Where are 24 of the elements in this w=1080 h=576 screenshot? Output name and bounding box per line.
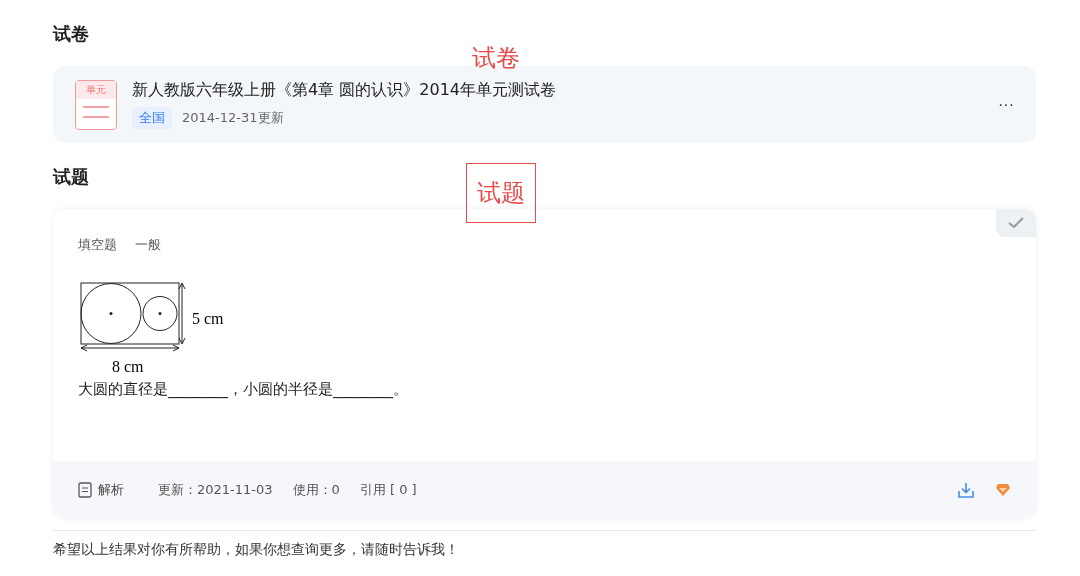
document-icon [78,481,92,498]
unit-badge-icon: 单元 [75,79,117,130]
section-heading: 试题 [53,165,90,189]
checkmark-icon [1008,217,1024,229]
height-label: 5 cm [192,310,224,327]
analysis-link[interactable]: 解析 [78,480,124,499]
width-label: 8 cm [112,358,144,375]
citation-count: 引用 [ 0 ] [359,480,417,499]
annotation-label: 试题 [466,163,536,223]
question-text: 大圆的直径是________，小圆的半径是________。 [78,380,409,399]
diamond-icon[interactable] [995,482,1011,497]
download-icon[interactable] [957,480,975,499]
difficulty: 一般 [135,236,161,254]
section-heading: 试卷 [53,22,90,46]
update-date: 更新：2021-11-03 [158,480,273,499]
region-tag: 全国 [132,107,172,129]
check-button[interactable] [996,209,1036,237]
update-date: 2014-12-31更新 [182,109,284,127]
paper-title: 新人教版六年级上册《第4章 圆的认识》2014年单元测试卷 [132,80,557,101]
height-arrow [178,282,186,345]
closing-message: 希望以上结果对你有所帮助，如果你想查询更多，请随时告诉我！ [53,541,460,559]
question-type: 填空题 [78,236,117,254]
more-button[interactable]: ··· [998,95,1014,114]
usage-count: 使用：0 [292,480,340,499]
